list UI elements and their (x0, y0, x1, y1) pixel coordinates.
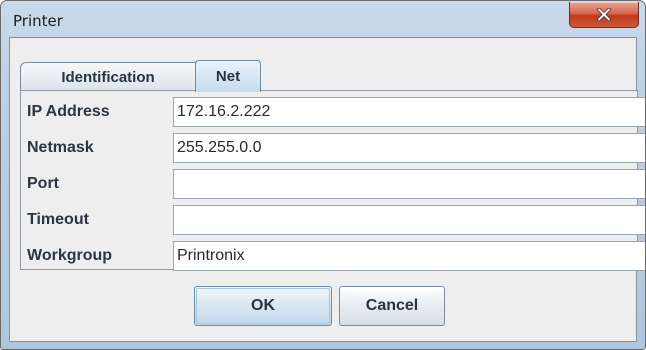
form-row-netmask: Netmask 255.255.0.0 (25, 133, 645, 163)
printer-dialog: Printer Identification Net IP Address 17… (0, 0, 646, 350)
form-row-workgroup: Workgroup Printronix (25, 241, 645, 271)
ok-button[interactable]: OK (194, 286, 332, 326)
tab-identification[interactable]: Identification (20, 62, 196, 91)
ip-address-label: IP Address (27, 103, 110, 120)
port-label: Port (27, 175, 59, 192)
window-title: Printer (13, 12, 63, 30)
tab-strip: Identification Net (20, 60, 620, 92)
form-row-timeout: Timeout (25, 205, 645, 235)
workgroup-field[interactable]: Printronix (173, 241, 645, 271)
timeout-label: Timeout (27, 211, 89, 228)
form-row-ip-address: IP Address 172.16.2.222 (25, 97, 645, 127)
netmask-field[interactable]: 255.255.0.0 (173, 133, 645, 163)
tab-label: Net (215, 68, 241, 85)
cancel-button[interactable]: Cancel (339, 286, 445, 326)
ok-button-label: OK (251, 297, 275, 314)
timeout-field[interactable] (173, 205, 645, 235)
dialog-content: Identification Net IP Address 172.16.2.2… (9, 37, 645, 342)
tab-net[interactable]: Net (195, 60, 261, 92)
close-button[interactable] (569, 2, 639, 28)
net-tab-panel: IP Address 172.16.2.222 Netmask 255.255.… (20, 90, 645, 271)
title-bar[interactable]: Printer (1, 1, 645, 37)
tab-label: Identification (61, 68, 155, 86)
port-field[interactable] (173, 169, 645, 199)
close-icon (597, 8, 611, 21)
netmask-label: Netmask (27, 139, 94, 156)
cancel-button-label: Cancel (365, 297, 419, 314)
workgroup-label: Workgroup (27, 247, 113, 264)
ip-address-field[interactable]: 172.16.2.222 (173, 97, 645, 127)
form-row-port: Port (25, 169, 645, 199)
